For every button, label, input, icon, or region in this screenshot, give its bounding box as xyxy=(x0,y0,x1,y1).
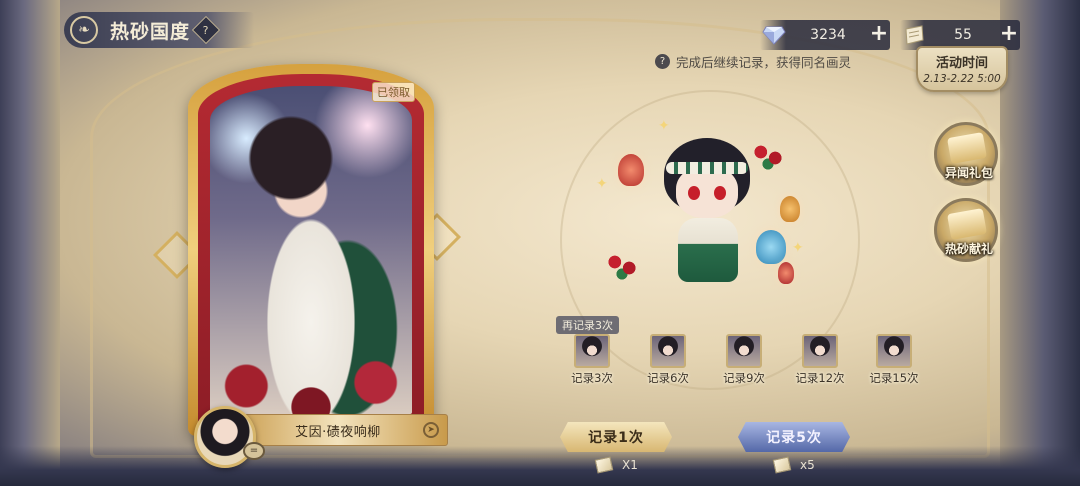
chibi-eye xyxy=(688,186,700,200)
chibi-headband xyxy=(666,162,748,174)
chibi-eye xyxy=(714,186,726,200)
gem-add-button[interactable]: + xyxy=(868,23,890,46)
milestone-label: 记录9次 xyxy=(723,371,765,385)
title-bar: ❧ 热砂国度 ? xyxy=(64,12,254,48)
rose-decoration xyxy=(210,344,412,414)
reward-thumbnail xyxy=(650,334,686,368)
record-five-cost: x5 xyxy=(772,456,815,474)
butterfly-back-icon[interactable]: ❧ xyxy=(70,16,98,44)
question-icon: ? xyxy=(203,23,209,37)
chibi-spirit[interactable] xyxy=(636,128,776,298)
milestone-reward[interactable]: 记录15次 xyxy=(862,334,926,386)
cost-once-value: X1 xyxy=(622,458,638,472)
scroll-ticket-icon xyxy=(900,22,928,48)
gift-ticket-icon xyxy=(947,208,987,240)
hint-text: 完成后继续记录，获得同名画灵 xyxy=(676,55,852,70)
desert-gift-button[interactable]: 热砂献礼 xyxy=(934,198,998,262)
event-pack-button[interactable]: 异闻礼包 xyxy=(934,122,998,186)
reward-thumbnail xyxy=(802,334,838,368)
help-button[interactable]: ? xyxy=(191,15,221,45)
avatar-badge: = xyxy=(243,442,265,460)
reward-thumbnail xyxy=(726,334,762,368)
event-title: 活动时间 xyxy=(935,56,988,71)
lantern-icon xyxy=(780,196,800,222)
lantern-icon xyxy=(778,262,794,284)
gem-currency: 3234 + xyxy=(760,20,890,50)
milestone-label: 记录12次 xyxy=(795,371,845,385)
left-pillar xyxy=(0,0,60,486)
event-time-badge: 活动时间 2.13-2.22 5:00 xyxy=(916,46,1008,92)
character-name-plate[interactable]: 艾因·碛夜响柳 ➤ xyxy=(228,414,448,446)
record-once-button[interactable]: 记录1次 xyxy=(560,422,672,452)
remaining-records-label: 再记录3次 xyxy=(556,316,619,334)
ticket-add-button[interactable]: + xyxy=(998,23,1020,46)
milestone-reward[interactable]: 记录9次 xyxy=(712,334,776,386)
character-portrait xyxy=(210,86,412,414)
milestone-reward[interactable]: 记录3次 xyxy=(560,334,624,386)
milestone-reward[interactable]: 记录12次 xyxy=(788,334,852,386)
sparkle-icon: ✦ xyxy=(596,176,608,192)
character-name: 艾因·碛夜响柳 xyxy=(295,424,381,440)
scroll-ticket-icon xyxy=(594,456,614,474)
reward-thumbnail xyxy=(876,334,912,368)
sparkle-icon: ✦ xyxy=(792,240,804,256)
scroll-ticket-icon xyxy=(772,456,792,474)
cost-five-value: x5 xyxy=(800,458,815,472)
milestone-reward[interactable]: 记录6次 xyxy=(636,334,700,386)
event-pack-label: 异闻礼包 xyxy=(944,166,993,180)
floor xyxy=(0,446,1080,486)
record-five-button[interactable]: 记录5次 xyxy=(738,422,850,452)
chibi-body xyxy=(678,218,738,282)
arrow-icon: ➤ xyxy=(423,422,439,438)
flower-decoration xyxy=(604,250,640,280)
milestone-label: 记录3次 xyxy=(571,371,613,385)
ticket-count: 55 xyxy=(954,27,972,43)
diamond-icon xyxy=(760,22,788,48)
game-screen: ❧ 热砂国度 ? 3234 + 55 + ? 完成后继续记录，获得同名画灵 活动… xyxy=(0,0,1080,486)
hint-question-icon[interactable]: ? xyxy=(655,54,670,69)
gem-count: 3234 xyxy=(810,27,846,43)
record-once-cost: X1 xyxy=(594,456,638,474)
event-dates: 2.13-2.22 5:00 xyxy=(923,73,1001,85)
hint-row: ? 完成后继续记录，获得同名画灵 xyxy=(655,52,851,71)
gift-pack-icon xyxy=(947,132,987,164)
milestone-label: 记录6次 xyxy=(647,371,689,385)
desert-gift-label: 热砂献礼 xyxy=(944,242,993,256)
page-title: 热砂国度 xyxy=(110,20,191,43)
card-border xyxy=(198,74,424,426)
milestone-label: 记录15次 xyxy=(869,371,919,385)
right-pillar xyxy=(1000,0,1080,486)
claimed-tag: 已领取 xyxy=(372,82,415,102)
reward-thumbnail xyxy=(574,334,610,368)
character-card[interactable] xyxy=(188,64,434,436)
character-avatar[interactable] xyxy=(194,406,256,468)
